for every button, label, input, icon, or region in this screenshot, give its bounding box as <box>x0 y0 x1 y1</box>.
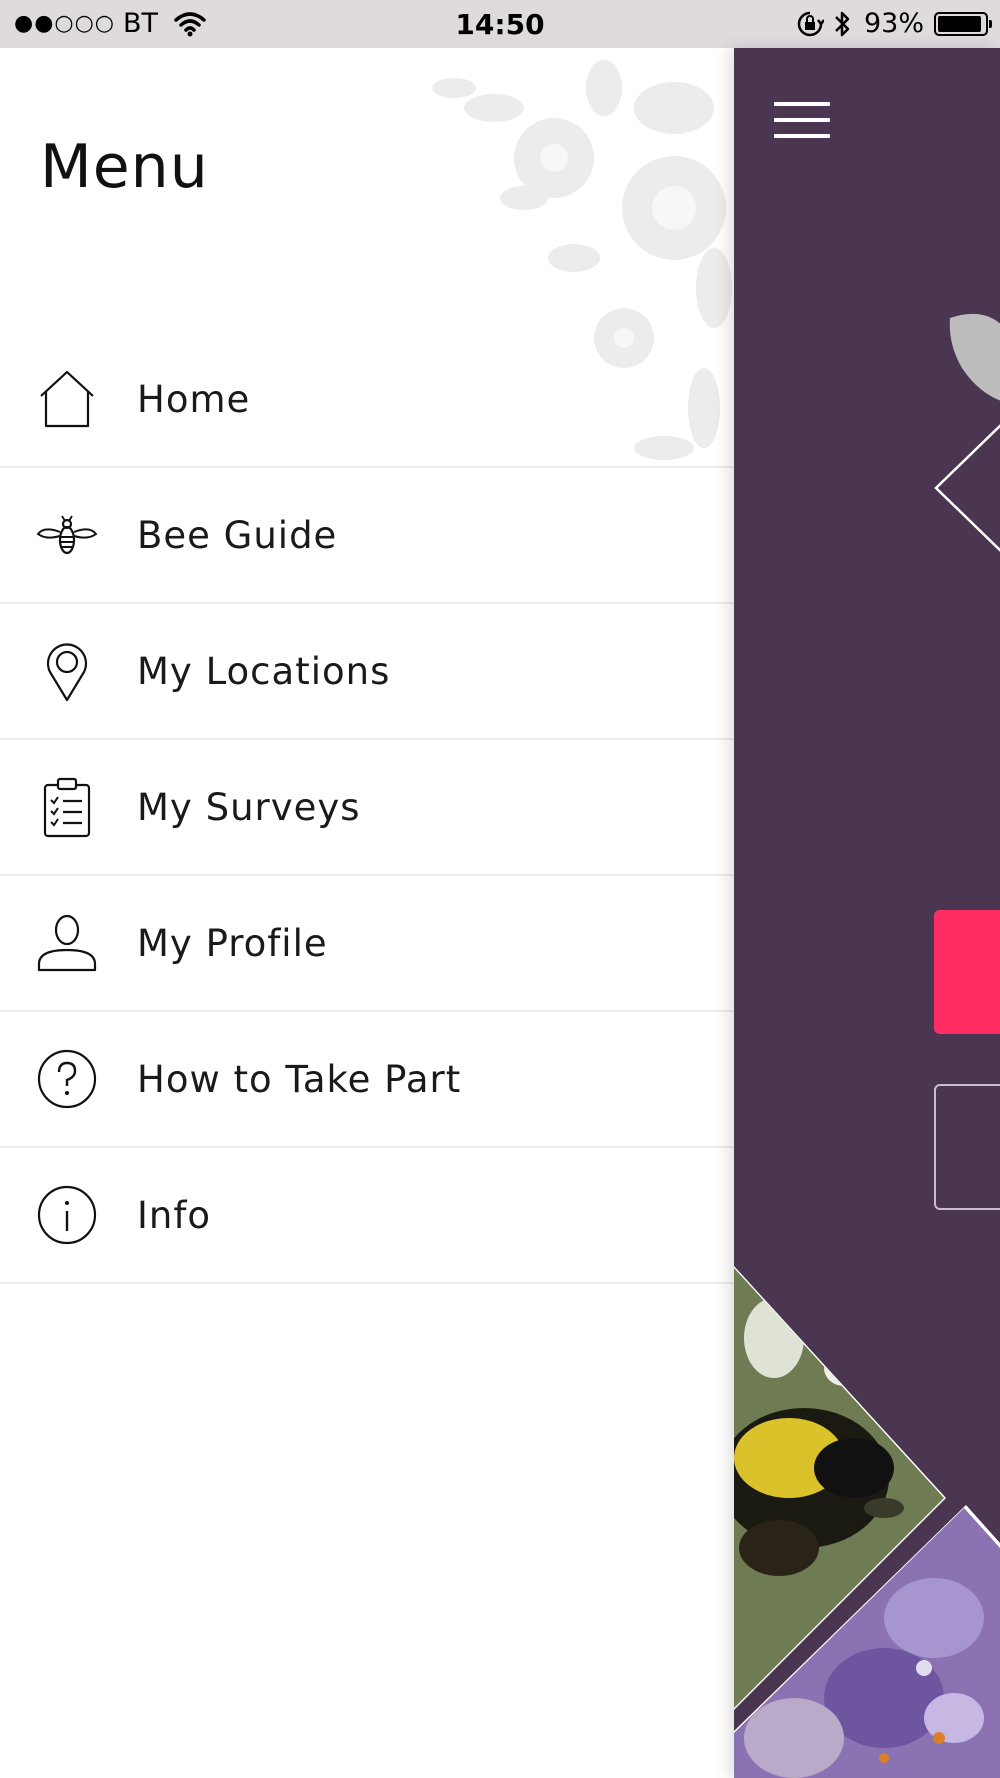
menu-item-label: My Profile <box>137 921 328 965</box>
status-left: ●●○○○ BT <box>14 8 206 39</box>
signal-strength: ●●○○○ <box>14 11 115 36</box>
menu-item-label: My Locations <box>137 649 391 693</box>
leaf-logo-icon <box>949 314 1000 401</box>
menu-item-my-locations[interactable]: My Locations <box>0 604 734 740</box>
wifi-icon <box>174 11 206 36</box>
menu-item-how-to-take-part[interactable]: How to Take Part <box>0 1012 734 1148</box>
bee-and-lavender-photo <box>734 1266 1000 1778</box>
primary-action-button[interactable] <box>934 910 1000 1034</box>
menu-item-label: My Surveys <box>137 785 361 829</box>
home-icon <box>36 368 98 430</box>
menu-item-bee-guide[interactable]: Bee Guide <box>0 468 734 604</box>
menu-item-home[interactable]: Home <box>0 332 734 468</box>
menu-item-my-profile[interactable]: My Profile <box>0 876 734 1012</box>
hamburger-menu-icon[interactable] <box>774 102 830 138</box>
bluetooth-icon <box>835 11 850 36</box>
menu-title: Menu <box>40 132 209 202</box>
menu-item-my-surveys[interactable]: My Surveys <box>0 740 734 876</box>
bee-icon <box>36 504 98 566</box>
rotation-lock-icon <box>797 11 824 36</box>
location-pin-icon <box>36 640 98 702</box>
battery-icon <box>934 11 992 36</box>
menu-item-info[interactable]: Info <box>0 1148 734 1284</box>
main-content-panel <box>734 48 1000 1778</box>
question-circle-icon <box>36 1048 98 1110</box>
status-bar: ●●○○○ BT 14:50 93% <box>0 0 1000 48</box>
menu-item-label: Home <box>137 377 251 421</box>
menu-drawer: Menu Home Bee Guide My Locations My Surv… <box>0 48 734 1778</box>
menu-item-label: Bee Guide <box>137 513 338 557</box>
person-icon <box>36 912 98 974</box>
carrier-name: BT <box>122 8 158 39</box>
clipboard-checklist-icon <box>36 776 98 838</box>
battery-percent: 93% <box>863 8 924 39</box>
menu-list: Home Bee Guide My Locations My Surveys M… <box>0 332 734 1284</box>
secondary-action-button[interactable] <box>934 1084 1000 1210</box>
battery-fill <box>938 15 981 32</box>
status-right: 93% <box>796 8 992 39</box>
info-circle-icon <box>36 1184 98 1246</box>
menu-item-label: How to Take Part <box>137 1057 462 1101</box>
menu-item-label: Info <box>137 1193 212 1237</box>
diamond-outline-icon <box>934 424 1000 552</box>
